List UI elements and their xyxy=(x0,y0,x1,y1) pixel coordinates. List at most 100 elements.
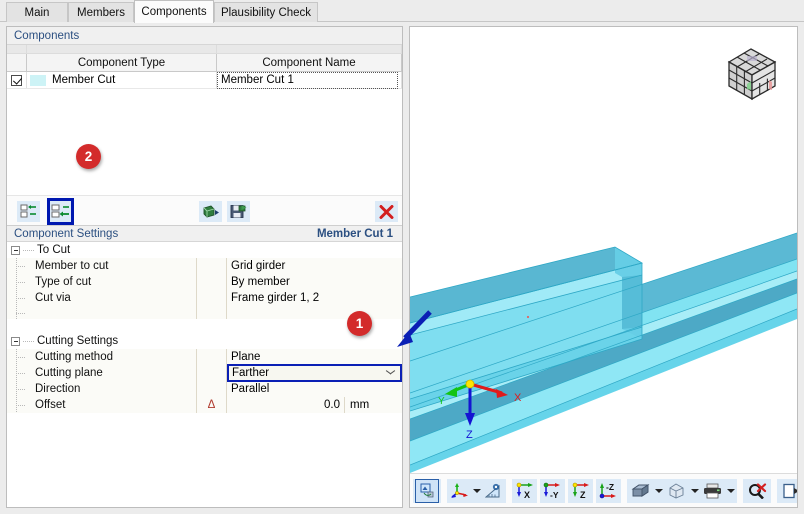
svg-text:-Z: -Z xyxy=(606,482,614,492)
3d-viewport[interactable]: X Y Z xyxy=(410,27,797,473)
tree-row-cutting-method[interactable]: Cutting method Plane xyxy=(7,349,402,365)
filter-cell-type xyxy=(27,45,217,53)
tab-bar: Main Members Components Plausibility Che… xyxy=(0,0,804,23)
tree-row-symbol xyxy=(197,349,227,365)
row-component-name-cell[interactable]: Member Cut 1 xyxy=(217,71,402,89)
view-box-button[interactable] xyxy=(664,480,689,502)
components-grid-empty-area xyxy=(7,89,402,154)
tab-main[interactable]: Main xyxy=(6,2,68,22)
zoom-reset-button[interactable] xyxy=(744,480,770,502)
filter-cell-name xyxy=(217,45,402,53)
new-component-icon xyxy=(20,204,36,218)
print-dropdown-arrow[interactable] xyxy=(725,480,736,502)
view-neg-y-button[interactable]: -Y xyxy=(541,480,564,502)
svg-text:-Y: -Y xyxy=(550,490,559,499)
settings-tree: To Cut Member to cut Grid girder Type of… xyxy=(7,242,402,507)
import-component-button[interactable] xyxy=(199,201,222,222)
view-neg-z-button[interactable]: -Z xyxy=(597,480,620,502)
filter-cell-check xyxy=(7,45,27,53)
column-header-check[interactable] xyxy=(7,54,27,71)
coordinate-axes-indicator: X Y Z xyxy=(438,379,522,438)
zoom-cancel-icon xyxy=(748,482,766,499)
tree-row-offset[interactable]: Offset Δ 0.0 mm xyxy=(7,397,402,413)
tree-group-cutting-settings[interactable]: Cutting Settings xyxy=(7,333,402,349)
tree-row-type-of-cut[interactable]: Type of cut By member xyxy=(7,274,402,290)
tree-connector xyxy=(7,258,35,274)
tree-row-cut-via[interactable]: Cut via Frame girder 1, 2 xyxy=(7,290,402,306)
row-component-type-cell[interactable]: Member Cut xyxy=(27,72,217,88)
tree-row-label: Offset xyxy=(35,399,66,411)
tab-components[interactable]: Components xyxy=(134,0,214,23)
view-z-group: Z xyxy=(568,478,593,503)
tree-row-value[interactable]: Grid girder xyxy=(227,258,402,274)
row-checkbox[interactable] xyxy=(11,74,22,86)
new-component-button[interactable] xyxy=(17,201,40,222)
coordinate-system-dropdown-arrow[interactable] xyxy=(471,480,482,502)
annotation-badge-2: 2 xyxy=(76,144,101,169)
save-component-icon xyxy=(230,205,247,218)
column-header-component-type[interactable]: Component Type xyxy=(27,54,217,71)
collapse-icon[interactable] xyxy=(11,336,20,346)
cutting-plane-dropdown[interactable]: Farther xyxy=(227,364,402,382)
tree-row-value[interactable]: Frame girder 1, 2 xyxy=(227,290,402,306)
save-component-button[interactable] xyxy=(227,201,250,222)
insert-component-icon xyxy=(51,204,69,218)
view-box-dropdown-arrow[interactable] xyxy=(689,480,700,502)
tree-connector xyxy=(7,290,35,306)
component-settings-title: Component Settings xyxy=(14,227,119,240)
offset-value[interactable]: 0.0 xyxy=(227,397,344,413)
display-style-dropdown-arrow[interactable] xyxy=(653,480,664,502)
component-name-editor[interactable]: Member Cut 1 xyxy=(217,71,398,89)
tree-row-symbol xyxy=(197,381,227,397)
components-toolbar xyxy=(7,195,402,225)
print-button[interactable] xyxy=(700,480,725,502)
table-row[interactable]: Member Cut Member Cut 1 xyxy=(7,71,402,89)
components-section-title: Components xyxy=(14,29,80,42)
insert-component-button[interactable] xyxy=(47,198,74,225)
panel-toggle-button[interactable] xyxy=(778,480,797,502)
axis-x-label: X xyxy=(514,392,522,404)
collapse-icon[interactable] xyxy=(11,245,20,255)
tree-row-symbol xyxy=(197,306,227,319)
tab-label: Plausibility Check xyxy=(220,6,312,19)
tree-row-value[interactable]: Plane xyxy=(227,349,402,365)
display-style-button[interactable] xyxy=(628,480,653,502)
tree-row-value xyxy=(227,306,402,319)
row-checkbox-cell[interactable] xyxy=(7,72,27,88)
render-mode-button[interactable] xyxy=(415,478,439,503)
view-neg-z-icon: -Z xyxy=(599,482,616,499)
axis-y-label: Y xyxy=(438,396,445,407)
component-settings-header: Component Settings Member Cut 1 xyxy=(7,225,402,242)
panel-toggle-icon xyxy=(782,483,797,498)
chevron-down-icon[interactable] xyxy=(386,370,395,376)
tab-label: Components xyxy=(141,6,207,18)
tree-row-member-to-cut[interactable]: Member to cut Grid girder xyxy=(7,258,402,274)
view-z-icon: Z xyxy=(572,482,589,499)
coordinate-system-button[interactable] xyxy=(448,480,471,502)
tab-members[interactable]: Members xyxy=(68,2,134,22)
coordinate-measure-group xyxy=(447,478,506,503)
view-neg-y-icon: -Y xyxy=(543,482,560,499)
tree-row-value[interactable]: By member xyxy=(227,274,402,290)
view-x-button[interactable]: X xyxy=(513,480,536,502)
view-cube-icon[interactable] xyxy=(721,44,783,106)
tree-connector xyxy=(7,306,35,319)
tree-row-value[interactable]: Parallel xyxy=(227,381,402,397)
measure-button[interactable] xyxy=(482,480,505,502)
tree-group-to-cut[interactable]: To Cut xyxy=(7,242,402,258)
tree-row-direction[interactable]: Direction Parallel xyxy=(7,381,402,397)
view-z-button[interactable]: Z xyxy=(569,480,592,502)
svg-text:X: X xyxy=(524,490,530,499)
tree-connector xyxy=(7,274,35,290)
close-icon xyxy=(379,204,394,219)
delete-component-button[interactable] xyxy=(375,201,398,222)
tab-plausibility-check[interactable]: Plausibility Check xyxy=(214,2,318,22)
zoom-group xyxy=(743,478,771,503)
display-group xyxy=(627,478,737,503)
tree-row-label: Direction xyxy=(35,383,81,395)
tree-row-cutting-plane[interactable]: Cutting plane Farther xyxy=(7,364,402,382)
annotation-label: 2 xyxy=(84,149,93,164)
tree-row-label: Cutting plane xyxy=(35,367,103,379)
tree-connector xyxy=(7,397,35,413)
column-header-component-name[interactable]: Component Name xyxy=(217,54,402,71)
